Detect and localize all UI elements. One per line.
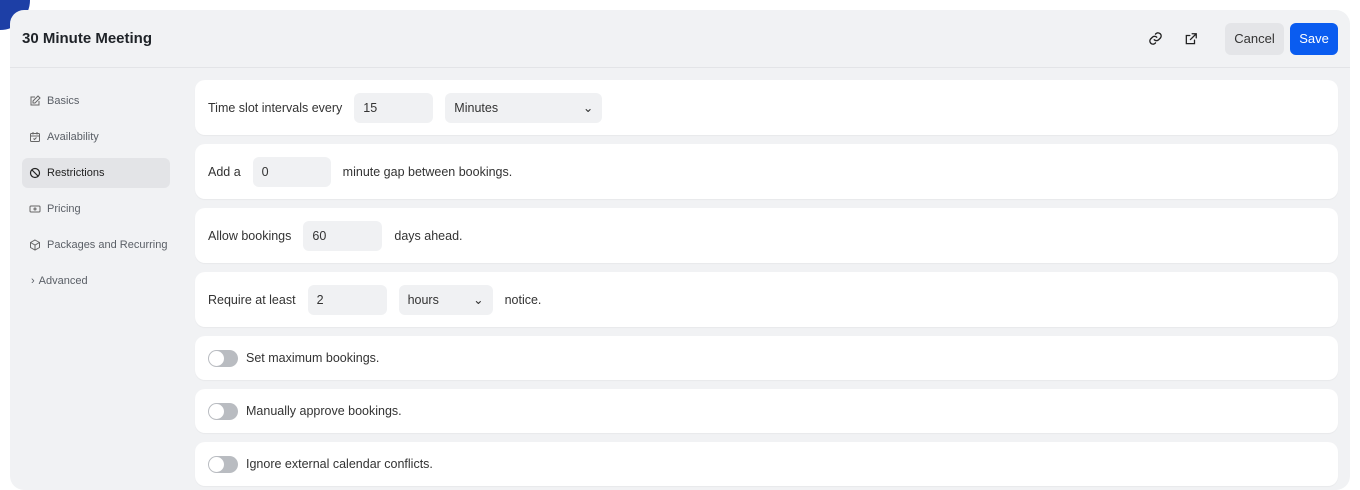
ignore-conflicts-toggle[interactable] <box>208 455 238 473</box>
sidebar-item-label: Restrictions <box>47 167 105 179</box>
sidebar-item-label: Pricing <box>47 203 81 215</box>
gap-suffix: minute gap between bookings. <box>342 164 513 179</box>
approve-bookings-toggle[interactable] <box>208 402 238 420</box>
notice-card: Require at least 2 hours ⌄ notice. <box>195 272 1338 327</box>
cancel-button[interactable]: Cancel <box>1225 22 1284 55</box>
toggle-label: Set maximum bookings. <box>246 351 380 365</box>
sidebar-item-label: Advanced <box>38 275 88 287</box>
notice-unit-value: hours <box>407 292 439 307</box>
sidebar-item-label: Packages and Recurring <box>47 239 168 251</box>
notice-unit-select[interactable]: hours ⌄ <box>398 284 493 315</box>
sidebar-item-label: Availability <box>47 131 99 143</box>
interval-input[interactable]: 15 <box>354 92 434 123</box>
sidebar-item-label: Basics <box>47 95 80 107</box>
external-link-icon <box>1185 32 1197 44</box>
toggle-label: Ignore external calendar conflicts. <box>246 457 433 471</box>
sidebar-item-pricing[interactable]: Pricing <box>22 194 170 224</box>
link-icon <box>1148 32 1162 45</box>
package-icon <box>30 239 40 251</box>
ignore-conflicts-card: Ignore external calendar conflicts. <box>195 442 1338 486</box>
save-button[interactable]: Save <box>1290 22 1338 55</box>
open-external-button[interactable] <box>1173 21 1209 57</box>
ahead-card: Allow bookings 60 days ahead. <box>195 208 1338 263</box>
chevron-right-icon: › <box>31 275 35 287</box>
notice-input[interactable]: 2 <box>307 284 387 315</box>
chevron-down-icon: ⌄ <box>473 293 484 307</box>
sidebar-item-basics[interactable]: Basics <box>22 86 170 116</box>
ahead-label: Allow bookings <box>208 228 292 243</box>
max-bookings-card: Set maximum bookings. <box>195 336 1338 380</box>
edit-icon <box>30 95 41 106</box>
copy-link-button[interactable] <box>1137 21 1173 57</box>
notice-label: Require at least <box>208 292 296 307</box>
approve-bookings-card: Manually approve bookings. <box>195 389 1338 433</box>
interval-unit-select[interactable]: Minutes ⌄ <box>445 92 603 123</box>
interval-unit-value: Minutes <box>454 100 499 115</box>
ahead-suffix: days ahead. <box>394 228 463 243</box>
sidebar-advanced-toggle[interactable]: › Advanced <box>22 266 170 296</box>
money-icon <box>29 205 41 213</box>
toggle-label: Manually approve bookings. <box>246 404 402 418</box>
ahead-input[interactable]: 60 <box>303 220 383 251</box>
ban-icon <box>29 167 41 179</box>
notice-suffix: notice. <box>504 292 542 307</box>
interval-card: Time slot intervals every 15 Minutes ⌄ <box>195 80 1338 135</box>
chevron-down-icon: ⌄ <box>582 101 594 115</box>
header: 30 Minute Meeting Cancel Save <box>10 10 1350 68</box>
gap-card: Add a 0 minute gap between bookings. <box>195 144 1338 199</box>
gap-input[interactable]: 0 <box>252 156 331 187</box>
restrictions-form: Time slot intervals every 15 Minutes ⌄ Ad… <box>195 80 1338 490</box>
sidebar: Basics Availability Restrictions Pricing… <box>22 86 170 302</box>
page-title: 30 Minute Meeting <box>22 30 153 47</box>
sidebar-item-packages[interactable]: Packages and Recurring <box>22 230 170 260</box>
interval-label: Time slot intervals every <box>208 100 343 115</box>
gap-label: Add a <box>208 164 241 179</box>
sidebar-item-availability[interactable]: Availability <box>22 122 170 152</box>
calendar-icon <box>30 132 40 142</box>
max-bookings-toggle[interactable] <box>208 349 238 367</box>
event-editor: 30 Minute Meeting Cancel Save Basics Ava… <box>10 10 1350 490</box>
sidebar-item-restrictions[interactable]: Restrictions <box>22 158 170 188</box>
